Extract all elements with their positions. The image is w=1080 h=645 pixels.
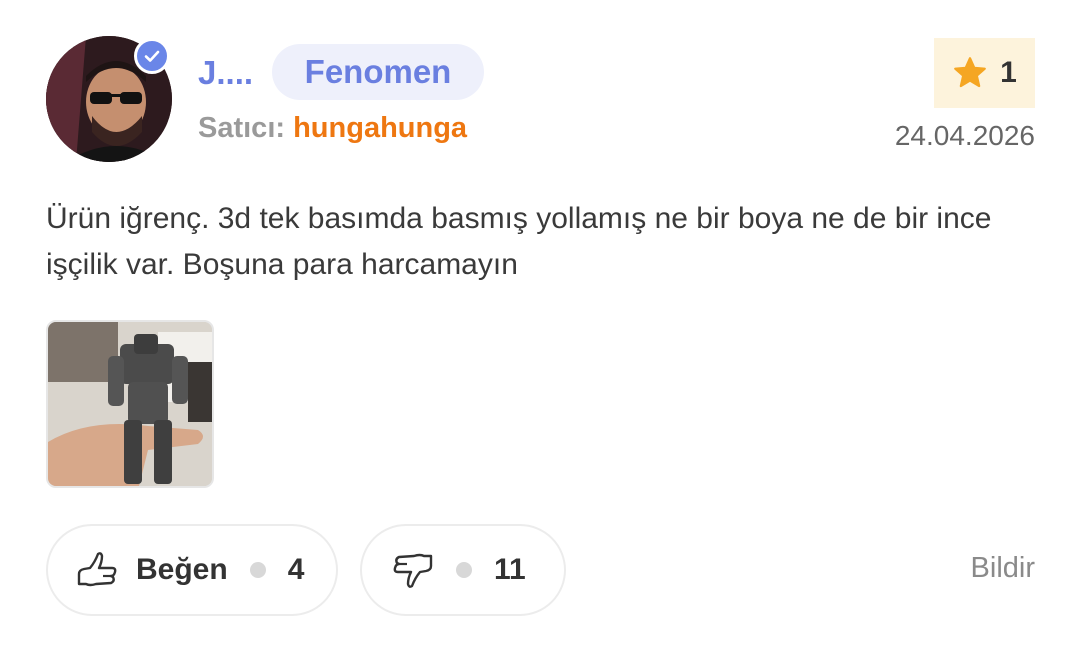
star-icon: [954, 57, 987, 88]
review-date: 24.04.2026: [894, 120, 1035, 151]
review-photo[interactable]: [46, 320, 214, 488]
dislike-button[interactable]: 11: [360, 524, 566, 616]
thumbs-up-icon: [77, 552, 117, 587]
separator-dot: [456, 562, 472, 578]
rating-value: 1: [1000, 56, 1017, 89]
seller-label: Satıcı:: [198, 112, 286, 144]
status-badge: Fenomen: [272, 44, 484, 100]
seller-name-link[interactable]: hungahunga: [293, 112, 467, 144]
like-button[interactable]: Beğen 4: [46, 524, 338, 616]
separator-dot: [249, 562, 266, 578]
seller-info: Satıcı: hungahunga: [198, 112, 467, 145]
review-photo-image: [48, 322, 212, 486]
review-text: Ürün iğrenç. 3d tek basımda basmış yolla…: [46, 202, 992, 281]
reviewer-name[interactable]: J....: [198, 54, 253, 92]
rating-badge: 1: [934, 38, 1035, 108]
verified-check-icon: [134, 38, 170, 74]
like-count: 4: [287, 553, 305, 586]
dislike-count: 11: [494, 553, 526, 586]
thumbs-down-icon: [393, 553, 433, 588]
report-link[interactable]: Bildir: [971, 552, 1035, 585]
like-label: Beğen: [136, 553, 228, 586]
user-avatar-container[interactable]: [46, 36, 172, 162]
